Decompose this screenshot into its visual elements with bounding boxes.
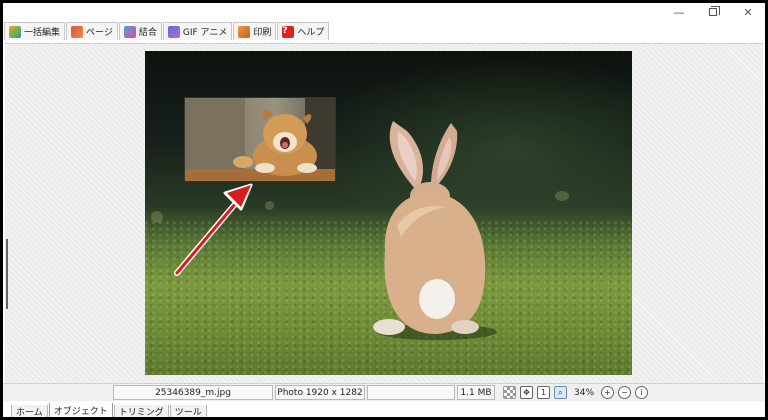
gif-animation-label: GIF アニメ [182,28,228,38]
status-bar: 25346389_m.jpg Photo 1920 x 1282 1.1 MB … [3,383,765,401]
minimize-icon: — [673,5,685,19]
fit-screen-icon[interactable]: ✥ [520,386,533,399]
zoom-in-icon[interactable]: + [601,386,615,399]
zoom-controls: ✥ 1 ⌕ 34% + − i [503,386,649,399]
batch-edit-label: 一括編集 [24,28,61,38]
help-icon: ? [282,25,295,38]
join-button[interactable]: 結合 [118,22,162,40]
zoom-level: 34% [574,387,595,398]
gif-animation-icon [167,25,180,38]
help-label: ヘルプ [297,28,325,38]
transparency-checker-icon[interactable] [503,386,516,399]
maximize-button[interactable] [695,3,731,21]
help-button[interactable]: ? ヘルプ [277,22,330,40]
join-label: 結合 [138,28,157,38]
status-filesize: 1.1 MB [457,385,495,400]
app-window: — ✕ 一括編集 ページ 結合 GIF アニメ 印刷 ? ヘルプ 2534638… [0,0,768,420]
print-button[interactable]: 印刷 [233,22,277,40]
left-splitter[interactable] [6,239,8,309]
close-button[interactable]: ✕ [730,3,765,21]
print-icon [238,25,251,38]
inset-puppy-photo[interactable] [184,97,336,182]
join-icon [123,25,136,38]
status-filename: 25346389_m.jpg [113,385,273,400]
print-label: 印刷 [253,28,272,38]
close-icon: ✕ [743,5,753,19]
page-label: ページ [86,28,113,38]
batch-edit-icon [9,25,21,38]
tab-home[interactable]: ホーム [11,405,48,417]
zoom-out-icon[interactable]: − [618,386,632,399]
title-bar: — ✕ [3,3,765,21]
puppy-illustration [185,98,335,181]
tab-trimming[interactable]: トリミング [113,405,169,417]
tab-tools[interactable]: ツール [169,405,207,417]
toolbar: 一括編集 ページ 結合 GIF アニメ 印刷 ? ヘルプ [3,21,765,41]
zoom-fit-icon[interactable]: ⌕ [554,386,567,399]
restore-icon [709,6,720,16]
status-empty [367,385,455,400]
actual-size-icon[interactable]: 1 [537,386,550,399]
status-image-info: Photo 1920 x 1282 [275,385,365,400]
page-button[interactable]: ページ [66,22,118,40]
tab-object[interactable]: オブジェクト [48,403,113,417]
gif-animation-button[interactable]: GIF アニメ [162,22,233,40]
info-icon[interactable]: i [635,386,649,399]
minimize-button[interactable]: — [661,3,697,21]
batch-edit-button[interactable]: 一括編集 [4,22,66,40]
bottom-tab-bar: ホーム オブジェクト トリミング ツール [11,403,208,417]
page-icon [71,25,84,38]
